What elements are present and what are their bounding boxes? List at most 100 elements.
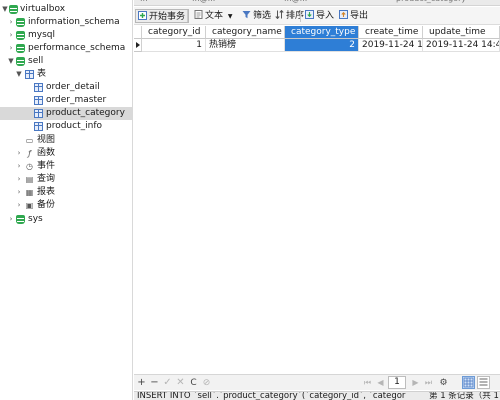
column-header-category-name[interactable]: category_name [206,26,285,39]
tree-folder-backups[interactable]: › ▣ 备份 [0,199,132,212]
tree-folder-views[interactable]: ▭ 视图 [0,134,132,147]
tab-2[interactable]: ...@... [192,0,215,5]
function-icon: ƒ [28,149,31,158]
import-button[interactable]: 导入 [305,9,334,23]
cell-category-id[interactable]: 1 [142,39,206,52]
cell-create-time[interactable]: 2019-11-24 14:4 [359,39,423,52]
backup-icon: ▣ [25,201,34,210]
status-sql-text: INSERT INTO `sell`.`product_category`(`c… [137,391,406,400]
tree-label: sys [28,214,43,224]
delete-record-button[interactable]: − [149,376,160,390]
data-grid: category_id category_name category_type … [134,26,500,372]
report-icon: ▦ [25,188,34,197]
view-icon: ▭ [25,136,34,145]
tree-label: 报表 [37,187,56,197]
row-header-corner [134,26,142,39]
status-bar: INSERT INTO `sell`.`product_category`(`c… [134,391,500,400]
begin-transaction-button[interactable]: 开始事务 [135,9,190,23]
tab-strip: ... ...@... ...@... product_category [134,0,500,6]
grid-view-button[interactable] [462,376,475,389]
column-header-update-time[interactable]: update_time [423,26,500,39]
sort-label: 排序 [286,11,305,21]
form-view-button[interactable] [477,376,490,389]
tree-connection-virtualbox[interactable]: ▼ virtualbox [0,3,132,16]
tree-label: sell [28,56,44,66]
tree-label: mysql [28,30,55,40]
refresh-button[interactable]: C [188,376,199,390]
tree-label: product_category [46,108,125,118]
form-view-icon [479,378,488,386]
export-button[interactable]: 导出 [339,9,368,23]
navigation-tree: ▼ virtualbox › information_schema › mysq… [0,0,133,400]
page-number-input[interactable]: 1 [388,376,406,389]
chevron-down-icon[interactable]: ▼ [1,3,9,16]
tree-table-order-detail[interactable]: order_detail [0,81,132,94]
tree-folder-events[interactable]: › ◷ 事件 [0,160,132,173]
last-page-button[interactable]: ⏭ [423,376,434,390]
tree-label: information_schema [28,17,120,27]
stop-button[interactable]: ⊘ [201,376,212,390]
text-view-label: 文本 [205,11,224,21]
current-row-arrow-icon [136,42,140,48]
toolbar-divider [187,10,188,22]
grid-view-icon [463,377,474,388]
tree-label: order_detail [46,82,100,92]
chevron-right-icon[interactable]: › [15,186,23,199]
chevron-right-icon[interactable]: › [7,16,15,29]
tab-1[interactable]: ... [140,0,148,5]
tree-db-information-schema[interactable]: › information_schema [0,16,132,29]
tab-3[interactable]: ...@... [284,0,307,5]
tree-table-product-category[interactable]: product_category [0,107,132,120]
apply-changes-button[interactable]: ✓ [162,376,173,390]
chevron-down-icon[interactable]: ▼ [7,55,15,68]
chevron-right-icon[interactable]: › [15,160,23,173]
import-icon [305,10,314,19]
table-icon [34,109,43,118]
tree-db-sell[interactable]: ▼ sell [0,55,132,68]
table-toolbar: 开始事务 文本 ▼ 筛选 排序 导入 导出 [134,7,500,25]
cell-update-time[interactable]: 2019-11-24 14:4 [423,39,500,52]
tree-folder-functions[interactable]: › ƒ 函数 [0,147,132,160]
document-icon [194,10,203,19]
tree-folder-queries[interactable]: › ▤ 查询 [0,173,132,186]
tree-table-order-master[interactable]: order_master [0,94,132,107]
chevron-right-icon[interactable]: › [15,147,23,160]
chevron-right-icon[interactable]: › [7,213,15,226]
text-view-button[interactable]: 文本 ▼ [194,9,233,23]
tree-label: 函数 [37,148,56,158]
table-icon [34,83,43,92]
next-page-button[interactable]: ▶ [410,376,421,390]
filter-button[interactable]: 筛选 [242,9,271,23]
column-header-category-id[interactable]: category_id [142,26,206,39]
chevron-right-icon[interactable]: › [15,173,23,186]
tree-db-mysql[interactable]: › mysql [0,29,132,42]
cell-category-name[interactable]: 热销榜 [206,39,285,52]
chevron-right-icon[interactable]: › [7,29,15,42]
chevron-right-icon[interactable]: › [15,199,23,212]
discard-changes-button[interactable]: ✕ [175,376,186,390]
tree-table-product-info[interactable]: product_info [0,120,132,133]
tree-folder-reports[interactable]: › ▦ 报表 [0,186,132,199]
transaction-icon [138,11,147,20]
column-header-category-type[interactable]: category_type [285,26,359,39]
filter-icon [242,10,251,19]
tree-db-performance-schema[interactable]: › performance_schema [0,42,132,55]
tree-label: 查询 [37,174,56,184]
clock-icon: ◷ [26,162,33,171]
add-record-button[interactable]: + [136,376,147,390]
previous-page-button[interactable]: ◀ [375,376,386,390]
database-icon [16,44,25,53]
database-icon [16,18,25,27]
tree-folder-tables[interactable]: ▼ 表 [0,68,132,81]
chevron-down-icon[interactable]: ▼ [15,68,23,81]
first-page-button[interactable]: ⏮ [362,376,373,390]
tab-product-category[interactable]: product_category [396,0,466,5]
cell-category-type[interactable]: 2 [285,39,359,52]
tree-label: 备份 [37,200,56,210]
table-icon [34,96,43,105]
page-settings-button[interactable]: ⚙ [438,376,449,390]
column-header-create-time[interactable]: create_time [359,26,423,39]
tree-db-sys[interactable]: › sys [0,213,132,226]
filter-label: 筛选 [253,11,272,21]
chevron-right-icon[interactable]: › [7,42,15,55]
